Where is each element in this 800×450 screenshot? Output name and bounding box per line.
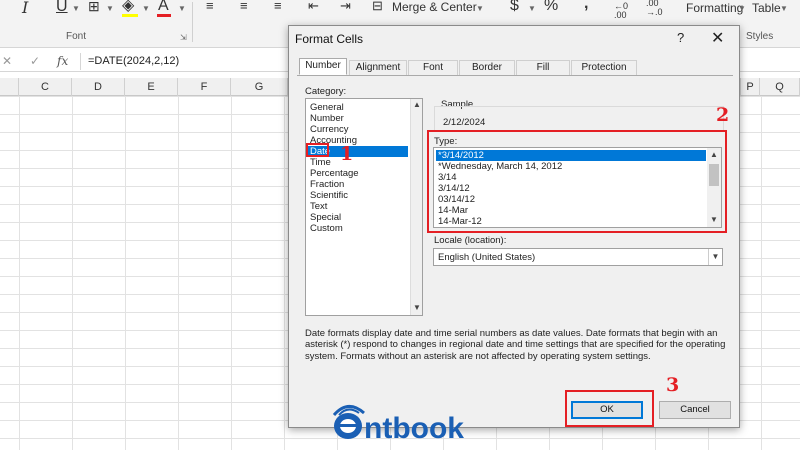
- column-header-p[interactable]: P: [740, 78, 760, 96]
- chevron-down-icon[interactable]: ▼: [178, 4, 186, 13]
- category-item[interactable]: Scientific: [308, 190, 408, 201]
- annotation-number-1: 1: [340, 143, 354, 165]
- ntbook-logo: ntbook: [330, 397, 475, 445]
- insert-function-button[interactable]: fx: [57, 54, 68, 68]
- increase-indent-icon[interactable]: ⇥: [340, 0, 351, 14]
- category-item[interactable]: Special: [308, 212, 408, 223]
- tab-protection[interactable]: Protection: [571, 60, 637, 75]
- category-item[interactable]: Number: [308, 113, 408, 124]
- column-header-f[interactable]: F: [178, 78, 231, 96]
- format-as-table-button[interactable]: Table: [752, 1, 781, 15]
- locale-select[interactable]: English (United States) ▼: [433, 248, 723, 266]
- tab-panel-border: [297, 75, 733, 76]
- category-item[interactable]: Custom: [308, 223, 408, 234]
- annotation-number-3: 3: [666, 374, 680, 396]
- scroll-up-icon[interactable]: ▲: [413, 100, 421, 109]
- tab-font[interactable]: Font: [408, 60, 458, 75]
- chevron-down-icon[interactable]: ▼: [476, 4, 484, 13]
- cancel-icon[interactable]: ✕: [2, 54, 12, 68]
- borders-icon[interactable]: ⊞: [88, 0, 100, 14]
- conditional-formatting-button[interactable]: Formatting: [686, 1, 743, 15]
- dialog-launcher-icon[interactable]: ⇲: [180, 33, 187, 42]
- chevron-down-icon[interactable]: ▼: [738, 4, 746, 13]
- chevron-down-icon[interactable]: ▼: [142, 4, 150, 13]
- dialog-title: Format Cells: [295, 32, 364, 46]
- chevron-down-icon[interactable]: ▼: [106, 4, 114, 13]
- formula-input[interactable]: =DATE(2024,2,12): [88, 55, 179, 67]
- format-description: Date formats display date and time seria…: [305, 328, 726, 362]
- logo-text: ntbook: [364, 412, 464, 443]
- tab-alignment[interactable]: Alignment: [349, 60, 407, 75]
- locale-value: English (United States): [438, 252, 536, 263]
- annotation-box-date: [306, 143, 329, 157]
- category-scrollbar[interactable]: ▲ ▼: [410, 99, 422, 315]
- currency-button[interactable]: $: [510, 0, 519, 14]
- merge-center-button[interactable]: Merge & Center: [392, 0, 477, 14]
- fill-color-bar: [122, 14, 138, 17]
- tab-fill[interactable]: Fill: [516, 60, 570, 75]
- category-item[interactable]: Currency: [308, 124, 408, 135]
- chevron-down-icon[interactable]: ▼: [780, 4, 788, 13]
- font-color-bar: [157, 14, 171, 17]
- styles-group-label: Styles: [746, 31, 774, 42]
- increase-decimal-button[interactable]: ←0.00: [614, 2, 628, 20]
- chevron-down-icon[interactable]: ▼: [528, 4, 536, 13]
- formula-divider: [80, 53, 81, 70]
- percent-button[interactable]: %: [544, 0, 558, 14]
- enter-icon[interactable]: ✓: [30, 54, 40, 68]
- underline-button[interactable]: U: [56, 0, 68, 15]
- category-label: Category:: [305, 86, 347, 97]
- column-header-c[interactable]: C: [19, 78, 72, 96]
- chevron-down-icon[interactable]: ▼: [72, 4, 80, 13]
- font-color-button[interactable]: A: [158, 0, 169, 14]
- category-item[interactable]: Time: [308, 157, 408, 168]
- column-header-q[interactable]: Q: [760, 78, 800, 96]
- align-center-icon[interactable]: ≡: [240, 0, 248, 14]
- close-icon[interactable]: ✕: [711, 28, 724, 48]
- corner-cell[interactable]: [0, 78, 19, 96]
- category-item[interactable]: Fraction: [308, 179, 408, 190]
- category-list[interactable]: General Number Currency Accounting Date …: [305, 98, 423, 316]
- category-item[interactable]: General: [308, 102, 408, 113]
- group-divider: [192, 2, 193, 42]
- column-header-e[interactable]: E: [125, 78, 178, 96]
- align-right-icon[interactable]: ≡: [274, 0, 282, 14]
- decrease-decimal-button[interactable]: .00 →.0: [646, 0, 663, 17]
- italic-button[interactable]: I: [22, 0, 28, 16]
- comma-style-button[interactable]: ,: [584, 0, 588, 12]
- merge-icon[interactable]: ⊟: [372, 0, 383, 14]
- logo-mark-icon: ntbook: [332, 405, 464, 445]
- locale-label: Locale (location):: [434, 235, 507, 246]
- decrease-indent-icon[interactable]: ⇤: [308, 0, 319, 14]
- chevron-down-icon[interactable]: ▼: [708, 249, 722, 265]
- category-item[interactable]: Text: [308, 201, 408, 212]
- annotation-box-type: [427, 130, 727, 233]
- cancel-button[interactable]: Cancel: [659, 401, 731, 419]
- sample-value: 2/12/2024: [443, 117, 486, 128]
- scroll-down-icon[interactable]: ▼: [413, 303, 421, 312]
- tab-number[interactable]: Number: [299, 58, 347, 75]
- align-left-icon[interactable]: ≡: [206, 0, 214, 14]
- tab-border[interactable]: Border: [459, 60, 515, 75]
- column-header-g[interactable]: G: [231, 78, 288, 96]
- font-group-label: Font: [66, 31, 87, 42]
- category-item[interactable]: Percentage: [308, 168, 408, 179]
- help-icon[interactable]: ?: [677, 30, 684, 45]
- annotation-number-2: 2: [716, 104, 730, 126]
- column-header-d[interactable]: D: [72, 78, 125, 96]
- fill-color-icon[interactable]: ◈: [122, 0, 134, 14]
- annotation-box-ok: [565, 390, 654, 427]
